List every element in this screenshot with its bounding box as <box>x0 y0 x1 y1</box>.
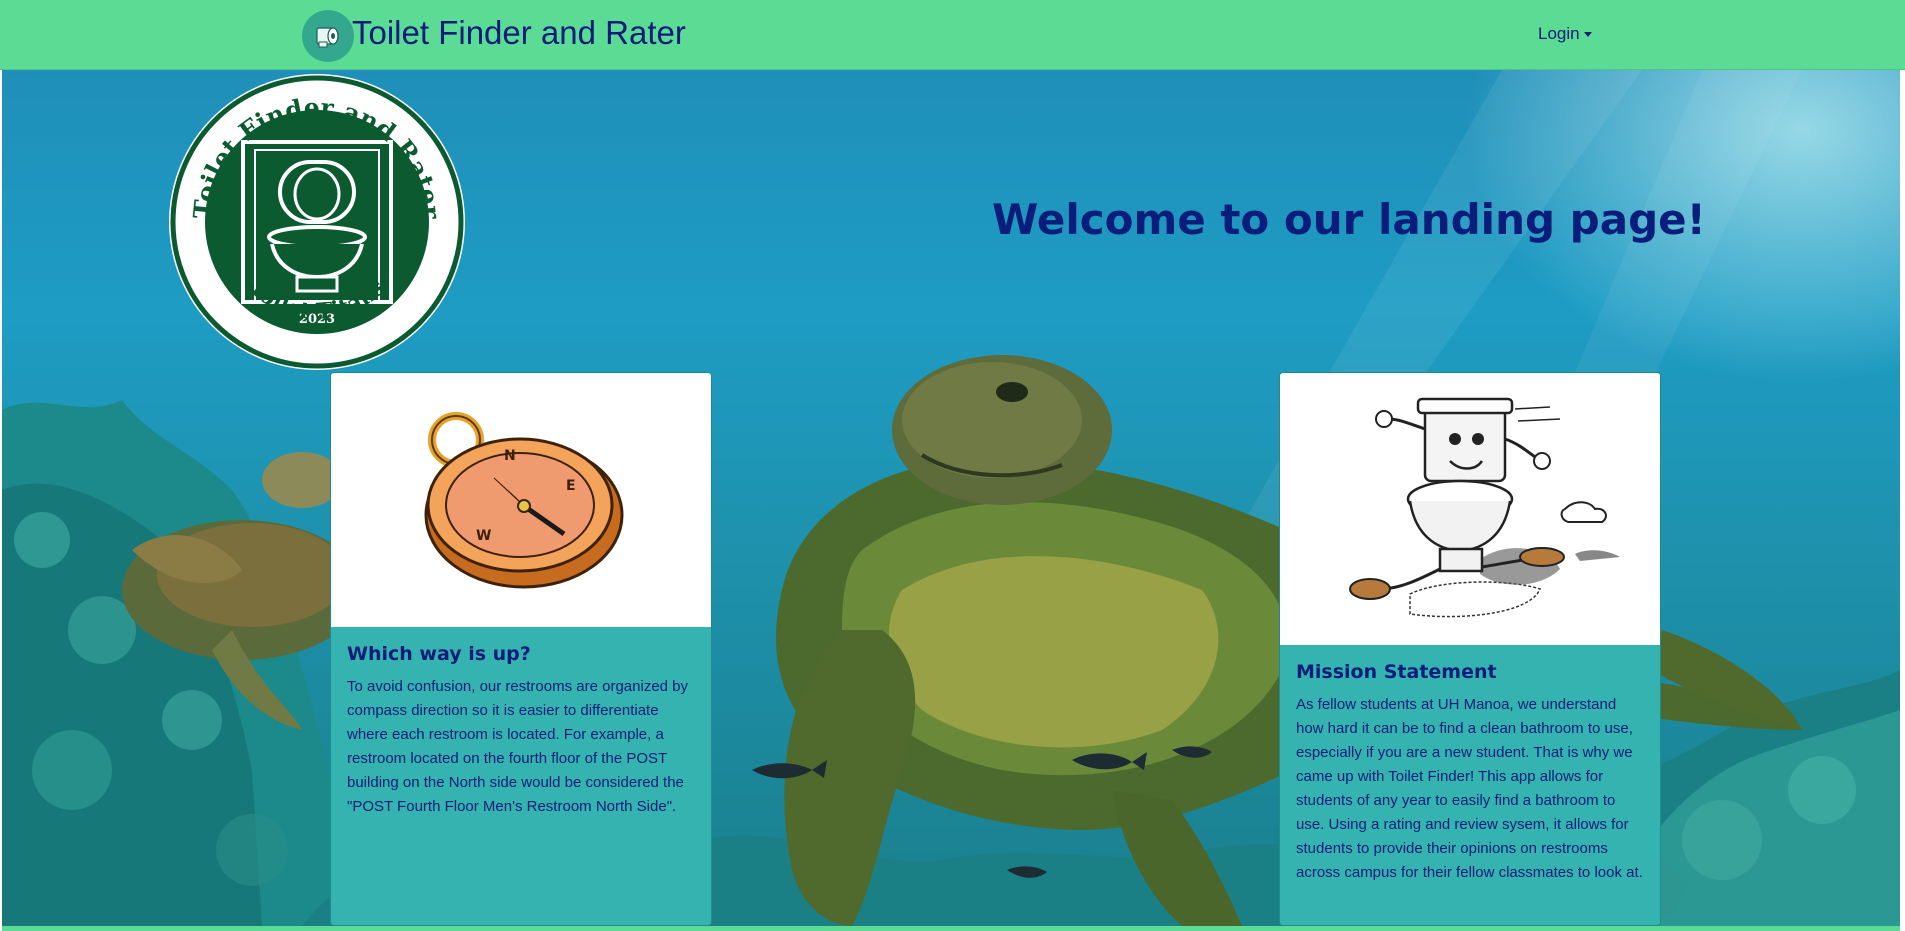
logo-seal: 2023 Toilet Finder and Rater Toilet Tita… <box>167 72 467 372</box>
card-title: Which way is up? <box>347 643 531 665</box>
card-mission: Mission Statement As fellow students at … <box>1279 372 1661 926</box>
caret-down-icon <box>1583 32 1592 38</box>
card-body: Mission Statement As fellow students at … <box>1280 645 1660 895</box>
login-dropdown[interactable]: Login <box>1538 24 1592 44</box>
footer-strip <box>2 926 1900 931</box>
welcome-heading: Welcome to our landing page! <box>992 195 1706 244</box>
card-text: To avoid confusion, our restrooms are or… <box>347 678 689 815</box>
card-image <box>1280 373 1660 645</box>
navbar: Toilet Finder and Rater Login <box>0 0 1905 70</box>
brand-title[interactable]: Toilet Finder and Rater <box>352 12 686 54</box>
toilet-paper-icon[interactable] <box>302 10 354 62</box>
running-toilet-icon <box>1349 397 1620 618</box>
card-body: Which way is up? To avoid confusion, our… <box>331 627 711 829</box>
compass-icon: N E W <box>424 412 624 589</box>
card-compass: N E W Which way is up? To avoid confusio… <box>330 372 712 926</box>
card-text: As fellow students at UH Manoa, we under… <box>1296 696 1643 881</box>
card-image: N E W <box>331 373 711 627</box>
svg-text:N: N <box>504 448 516 464</box>
login-label: Login <box>1538 24 1580 43</box>
svg-text:W: W <box>476 528 491 544</box>
svg-text:E: E <box>566 478 576 494</box>
card-title: Mission Statement <box>1296 661 1497 683</box>
